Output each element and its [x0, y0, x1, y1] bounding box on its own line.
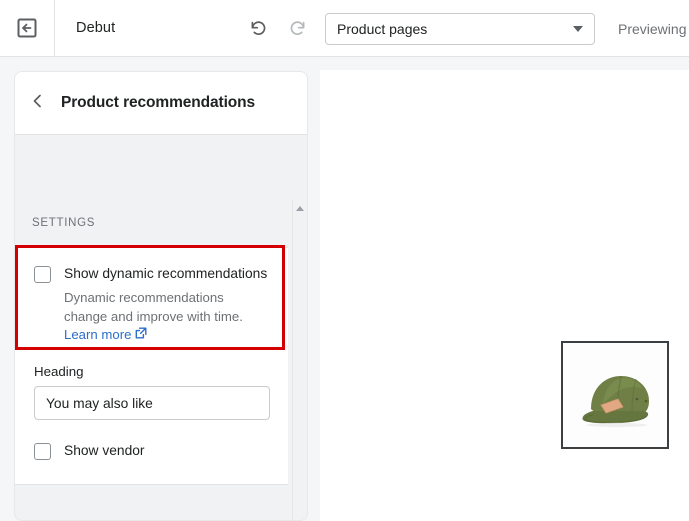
show-dynamic-recommendations-row[interactable]: Show dynamic recommendations: [34, 248, 269, 283]
page-selector-dropdown[interactable]: Product pages: [325, 13, 595, 45]
heading-input[interactable]: [34, 386, 270, 420]
sidebar-panel-header: Product recommendations: [14, 71, 308, 135]
shop-theme-title: Debut: [76, 20, 116, 36]
product-image-frame[interactable]: [561, 341, 669, 449]
exit-back-icon: [16, 17, 38, 39]
chevron-down-icon: [573, 26, 583, 32]
redo-button[interactable]: [283, 13, 313, 43]
dynamic-recommendations-help-text: Dynamic recommendations change and impro…: [64, 290, 243, 324]
heading-field-label: Heading: [34, 364, 84, 379]
theme-preview-area: [320, 70, 689, 521]
undo-icon: [248, 18, 268, 38]
show-vendor-checkbox[interactable]: [34, 443, 51, 460]
sidebar-back-button[interactable]: [15, 72, 61, 134]
product-image-hat: [563, 343, 667, 447]
scroll-up-arrow-icon[interactable]: [296, 206, 304, 211]
dynamic-recommendations-block: Show dynamic recommendations Dynamic rec…: [15, 248, 288, 484]
settings-sidebar: Product recommendations SETTINGS Show dy…: [14, 71, 308, 521]
sidebar-panel-body: SETTINGS Show dynamic recommendations Dy…: [14, 135, 308, 521]
settings-card: Show dynamic recommendations Dynamic rec…: [15, 247, 288, 485]
chevron-left-icon: [30, 93, 46, 114]
sidebar-scrollbar[interactable]: [292, 200, 307, 520]
show-vendor-label: Show vendor: [64, 443, 145, 458]
learn-more-label: Learn more: [64, 327, 132, 342]
learn-more-link[interactable]: Learn more: [64, 327, 147, 342]
top-bar: Debut Product pages Previewing: [0, 0, 689, 57]
exit-editor-button[interactable]: [0, 0, 55, 56]
settings-section-label: SETTINGS: [32, 217, 96, 229]
undo-button[interactable]: [243, 13, 273, 43]
external-link-icon: [135, 327, 147, 342]
history-controls: [243, 0, 313, 56]
show-dynamic-recommendations-label: Show dynamic recommendations: [64, 266, 268, 281]
sidebar-panel-title: Product recommendations: [61, 94, 256, 111]
redo-icon: [288, 18, 308, 38]
show-dynamic-recommendations-checkbox[interactable]: [34, 266, 51, 283]
page-selector-value: Product pages: [337, 21, 428, 37]
preview-status-label: Previewing: [618, 21, 687, 37]
show-vendor-row[interactable]: Show vendor: [34, 420, 269, 484]
